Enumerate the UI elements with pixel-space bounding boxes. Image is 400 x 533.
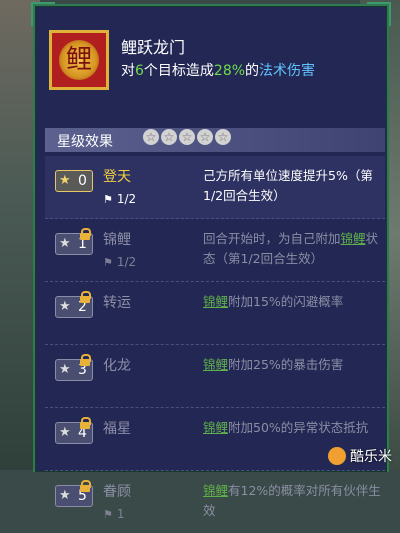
star-level-description: 锦鲤附加15%的闪避概率 (203, 292, 381, 312)
watermark-logo-icon (328, 447, 346, 465)
keyword-link[interactable]: 锦鲤 (203, 294, 228, 309)
desc-text: 有12%的概率对所有伙伴生效 (203, 483, 381, 518)
flag-icon: ⚑ (103, 256, 113, 269)
star-level-badge: ★ 1 (55, 228, 93, 255)
star-level-number: 0 (78, 173, 87, 189)
desc-text: 附加15%的闪避概率 (228, 294, 344, 309)
star-level-row[interactable]: ★ 0 登天 ⚑ 1/2 己方所有单位速度提升5%（第1/2回合生效） (45, 156, 385, 219)
keyword-link[interactable]: 锦鲤 (341, 231, 366, 246)
flag-icon: ⚑ (103, 508, 113, 521)
cooldown-value: 1 (116, 507, 125, 521)
star-icon: ★ (59, 488, 71, 503)
star-level-row[interactable]: ★ 1 锦鲤 ⚑ 1/2 回合开始时，为自己附加锦鲤状态（第1/2回合生效） (45, 219, 385, 282)
star-icon: ★ (59, 299, 71, 314)
lock-icon (80, 417, 91, 429)
cooldown: ⚑ 1 (103, 507, 125, 521)
desc-text: 对 (121, 63, 135, 79)
star-level-name: 眷顾 (103, 484, 131, 500)
star-level-description: 锦鲤附加25%的暴击伤害 (203, 355, 381, 375)
star-level-name: 转运 (103, 295, 131, 311)
desc-text: 回合开始时，为自己附加 (203, 231, 341, 246)
keyword-link[interactable]: 锦鲤 (203, 357, 228, 372)
carp-dragon-icon: 鲤 (49, 30, 109, 90)
star-level-description: 己方所有单位速度提升5%（第1/2回合生效） (203, 168, 373, 203)
desc-text: 附加25%的暴击伤害 (228, 357, 344, 372)
star-level-name: 化龙 (103, 358, 131, 374)
lock-icon (80, 480, 91, 492)
star-icon: ☆ (197, 129, 213, 145)
skill-description: 对6个目标造成28%的法术伤害 (121, 60, 315, 80)
star-icon: ★ (59, 425, 71, 440)
desc-text: 的 (245, 63, 260, 79)
star-level-description: 回合开始时，为自己附加锦鲤状态（第1/2回合生效） (203, 229, 381, 269)
star-level-badge: ★ 0 (55, 170, 93, 192)
lock-icon (80, 354, 91, 366)
corner-ornament (367, 2, 391, 26)
damage-type: 法术伤害 (259, 63, 316, 79)
star-level-description: 锦鲤附加50%的异常状态抵抗 (203, 418, 381, 438)
star-level-name: 锦鲤 (103, 232, 131, 248)
cooldown-value: 1/2 (116, 192, 137, 206)
desc-text: 个目标造成 (143, 63, 214, 79)
star-effects-label: 星级效果 (57, 134, 113, 150)
watermark-text: 酷乐米 (350, 449, 392, 465)
star-icon: ☆ (179, 129, 195, 145)
watermark: 酷乐米 (328, 446, 392, 466)
cooldown-value: 1/2 (116, 255, 137, 269)
cooldown: ⚑ 1/2 (103, 192, 136, 206)
star-icon: ☆ (143, 129, 159, 145)
damage-percent: 28% (213, 63, 246, 79)
flag-icon: ⚑ (103, 193, 113, 206)
desc-text: 附加50%的异常状态抵抗 (228, 420, 369, 435)
star-level-name: 福星 (103, 421, 131, 437)
star-level-badge: ★ 5 (55, 480, 93, 507)
skill-name: 鲤跃龙门 (121, 38, 186, 57)
star-icon: ☆ (161, 129, 177, 145)
star-icon: ☆ (215, 129, 231, 145)
star-level-row[interactable]: ★ 5 眷顾 ⚑ 1 锦鲤有12%的概率对所有伙伴生效 (45, 471, 385, 533)
lock-icon (80, 291, 91, 303)
star-level-description: 锦鲤有12%的概率对所有伙伴生效 (203, 481, 381, 521)
skill-header: 鲤 鲤跃龙门 对6个目标造成28%的法术伤害 (45, 28, 375, 108)
star-icon: ★ (59, 236, 71, 251)
lock-icon (80, 228, 91, 240)
star-level-badge: ★ 2 (55, 291, 93, 318)
cooldown: ⚑ 1/2 (103, 255, 136, 269)
corner-ornament (31, 2, 55, 26)
star-level-badge: ★ 3 (55, 354, 93, 381)
star-level-name: 登天 (103, 169, 131, 185)
star-icon: ★ (59, 173, 71, 188)
target-count: 6 (135, 63, 144, 79)
star-rating: ☆ ☆ ☆ ☆ ☆ (143, 129, 231, 145)
star-level-row[interactable]: ★ 2 转运 锦鲤附加15%的闪避概率 (45, 282, 385, 345)
star-icon: ★ (59, 362, 71, 377)
star-level-row[interactable]: ★ 3 化龙 锦鲤附加25%的暴击伤害 (45, 345, 385, 408)
star-level-badge: ★ 4 (55, 417, 93, 444)
star-level-list: ★ 0 登天 ⚑ 1/2 己方所有单位速度提升5%（第1/2回合生效） ★ 1 锦… (45, 156, 385, 533)
star-effects-header: 星级效果 ☆ ☆ ☆ ☆ ☆ (45, 128, 385, 152)
keyword-link[interactable]: 锦鲤 (203, 420, 228, 435)
skill-tooltip-panel: 鲤 鲤跃龙门 对6个目标造成28%的法术伤害 星级效果 ☆ ☆ ☆ ☆ ☆ ★ … (31, 2, 391, 521)
keyword-link[interactable]: 锦鲤 (203, 483, 228, 498)
